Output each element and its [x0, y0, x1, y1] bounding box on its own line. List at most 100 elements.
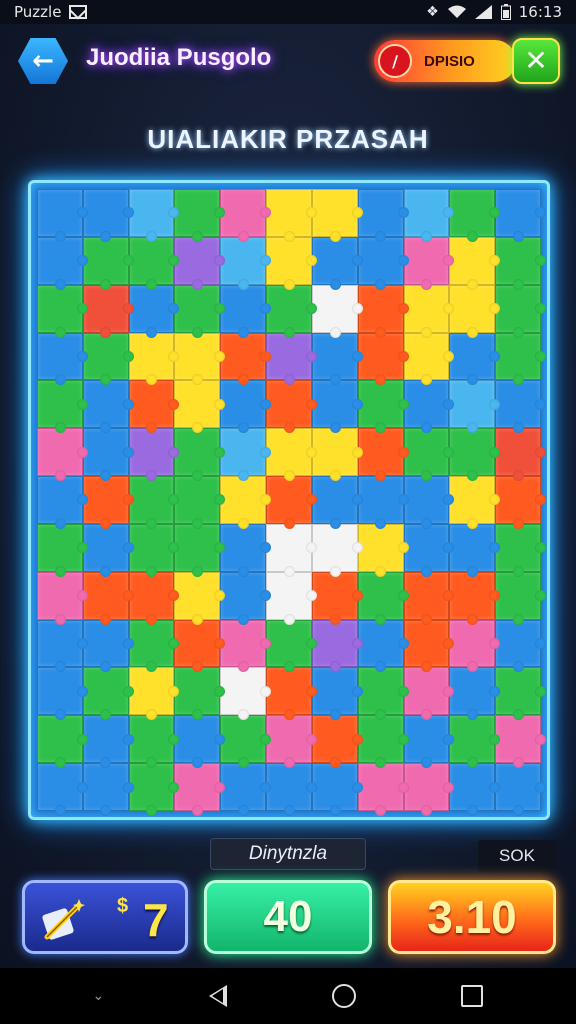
- puzzle-piece[interactable]: [357, 236, 409, 290]
- puzzle-piece[interactable]: [311, 523, 363, 577]
- puzzle-piece[interactable]: [128, 523, 180, 577]
- puzzle-piece[interactable]: [495, 571, 546, 625]
- puzzle-piece[interactable]: [495, 667, 546, 721]
- puzzle-piece[interactable]: [174, 715, 226, 768]
- puzzle-piece[interactable]: [449, 763, 500, 816]
- puzzle-piece[interactable]: [220, 236, 271, 290]
- puzzle-piece[interactable]: [37, 332, 88, 386]
- puzzle-piece[interactable]: [174, 571, 226, 625]
- bonus-button[interactable]: ∕ DPISIO: [374, 40, 516, 82]
- puzzle-piece[interactable]: [311, 189, 363, 242]
- puzzle-piece[interactable]: [403, 332, 455, 386]
- puzzle-piece[interactable]: [357, 284, 409, 338]
- time-card[interactable]: 3.10: [388, 880, 556, 954]
- puzzle-piece[interactable]: [37, 571, 88, 625]
- puzzle-piece[interactable]: [37, 380, 88, 434]
- puzzle-piece[interactable]: [495, 763, 546, 816]
- puzzle-piece[interactable]: [82, 667, 134, 721]
- puzzle-piece[interactable]: [266, 189, 317, 242]
- puzzle-piece[interactable]: [449, 476, 500, 529]
- puzzle-piece[interactable]: [403, 523, 455, 577]
- puzzle-piece[interactable]: [495, 523, 546, 577]
- puzzle-piece[interactable]: [495, 380, 546, 434]
- puzzle-piece[interactable]: [403, 715, 455, 768]
- puzzle-piece[interactable]: [128, 428, 180, 481]
- puzzle-piece[interactable]: [174, 428, 226, 481]
- puzzle-piece[interactable]: [128, 236, 180, 290]
- puzzle-piece[interactable]: [128, 667, 180, 721]
- puzzle-piece[interactable]: [174, 380, 226, 434]
- nav-recents-icon[interactable]: [461, 985, 484, 1007]
- puzzle-piece[interactable]: [128, 284, 180, 338]
- puzzle-piece[interactable]: [495, 428, 546, 481]
- puzzle-piece[interactable]: [220, 523, 271, 577]
- puzzle-piece[interactable]: [449, 715, 500, 768]
- puzzle-piece[interactable]: [311, 476, 363, 529]
- puzzle-piece[interactable]: [403, 236, 455, 290]
- mode-badge[interactable]: SOK: [478, 840, 556, 872]
- puzzle-piece[interactable]: [174, 476, 226, 529]
- puzzle-piece[interactable]: [37, 284, 88, 338]
- puzzle-piece[interactable]: [220, 380, 271, 434]
- puzzle-piece[interactable]: [449, 332, 500, 386]
- puzzle-piece[interactable]: [449, 284, 500, 338]
- puzzle-piece[interactable]: [403, 380, 455, 434]
- puzzle-piece[interactable]: [174, 332, 226, 386]
- puzzle-piece[interactable]: [220, 332, 271, 386]
- puzzle-piece[interactable]: [174, 284, 226, 338]
- puzzle-piece[interactable]: [311, 284, 363, 338]
- puzzle-piece[interactable]: [495, 189, 546, 242]
- puzzle-piece[interactable]: [174, 619, 226, 673]
- puzzle-piece[interactable]: [174, 667, 226, 721]
- puzzle-piece[interactable]: [311, 380, 363, 434]
- puzzle-piece[interactable]: [357, 380, 409, 434]
- puzzle-piece[interactable]: [82, 619, 134, 673]
- coins-card[interactable]: $ 7: [22, 880, 188, 954]
- puzzle-piece[interactable]: [357, 189, 409, 242]
- chevron-down-icon[interactable]: ⌄: [93, 988, 105, 1004]
- puzzle-piece[interactable]: [82, 189, 134, 242]
- puzzle-piece[interactable]: [449, 667, 500, 721]
- puzzle-piece[interactable]: [82, 236, 134, 290]
- puzzle-piece[interactable]: [311, 715, 363, 768]
- puzzle-piece[interactable]: [449, 523, 500, 577]
- puzzle-piece[interactable]: [82, 523, 134, 577]
- puzzle-piece[interactable]: [403, 619, 455, 673]
- puzzle-piece[interactable]: [37, 523, 88, 577]
- puzzle-piece[interactable]: [220, 763, 271, 816]
- puzzle-piece[interactable]: [82, 715, 134, 768]
- puzzle-piece[interactable]: [128, 189, 180, 242]
- puzzle-piece[interactable]: [357, 763, 409, 816]
- puzzle-piece[interactable]: [220, 189, 271, 242]
- puzzle-piece[interactable]: [403, 763, 455, 816]
- puzzle-piece[interactable]: [449, 236, 500, 290]
- puzzle-piece[interactable]: [128, 619, 180, 673]
- puzzle-piece[interactable]: [266, 428, 317, 481]
- score-card[interactable]: 40: [204, 880, 372, 954]
- puzzle-piece[interactable]: [37, 428, 88, 481]
- puzzle-piece[interactable]: [266, 236, 317, 290]
- puzzle-piece[interactable]: [357, 667, 409, 721]
- puzzle-piece[interactable]: [266, 380, 317, 434]
- puzzle-piece[interactable]: [449, 189, 500, 242]
- puzzle-piece[interactable]: [357, 523, 409, 577]
- puzzle-piece[interactable]: [495, 715, 546, 768]
- puzzle-piece[interactable]: [82, 476, 134, 529]
- puzzle-piece[interactable]: [403, 189, 455, 242]
- puzzle-piece[interactable]: [174, 236, 226, 290]
- puzzle-piece[interactable]: [220, 476, 271, 529]
- puzzle-piece[interactable]: [266, 715, 317, 768]
- puzzle-piece[interactable]: [311, 571, 363, 625]
- puzzle-piece[interactable]: [266, 619, 317, 673]
- puzzle-piece[interactable]: [449, 380, 500, 434]
- puzzle-piece[interactable]: [82, 332, 134, 386]
- puzzle-piece[interactable]: [449, 619, 500, 673]
- puzzle-piece[interactable]: [357, 571, 409, 625]
- puzzle-piece[interactable]: [128, 380, 180, 434]
- puzzle-piece[interactable]: [37, 715, 88, 768]
- puzzle-piece[interactable]: [220, 284, 271, 338]
- puzzle-piece[interactable]: [220, 619, 271, 673]
- puzzle-piece[interactable]: [311, 667, 363, 721]
- puzzle-piece[interactable]: [403, 667, 455, 721]
- puzzle-piece[interactable]: [128, 715, 180, 768]
